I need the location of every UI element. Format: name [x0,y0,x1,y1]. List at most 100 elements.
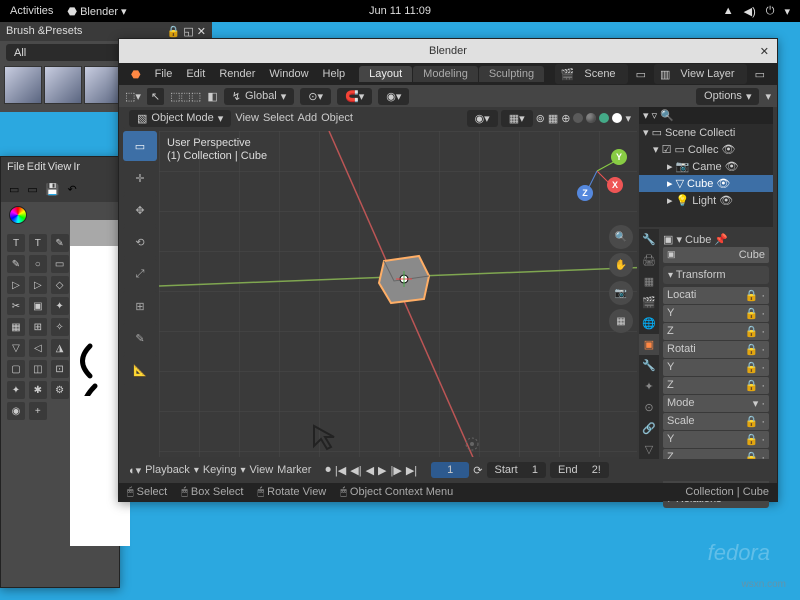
pivot[interactable]: ⊙▾ [300,88,331,105]
tool-icon[interactable]: ✦ [51,297,69,315]
outliner-collection[interactable]: ▾ ☑ ▭ Collec 👁 [639,141,773,158]
tool-icon[interactable]: ✎ [7,255,25,273]
shade-rendered[interactable] [612,113,622,123]
timeline-marker[interactable]: Marker [277,464,311,476]
wireframe-icon[interactable]: ⊕ [561,112,570,125]
scale-y[interactable]: Y🔒 · [663,431,769,448]
tool-icon[interactable]: ◮ [51,339,69,357]
ptab-output[interactable]: 🖨 [639,250,659,271]
overlay-select[interactable]: ◉▾ [467,110,498,127]
mirror-icon[interactable]: ◧ [207,90,217,103]
lock-icon[interactable]: 🔒 [167,26,181,38]
tool-icon[interactable]: ▷ [29,276,47,294]
snap[interactable]: 🧲▾ [337,88,372,105]
tab-layout[interactable]: Layout [359,66,412,82]
rotation-y[interactable]: Y🔒 · [663,359,769,376]
menu-ir[interactable]: Ir [73,161,80,173]
brush-thumb[interactable] [4,66,42,104]
tool-icon[interactable]: ▷ [7,276,25,294]
shading-gizmo[interactable]: ▦▾ [501,110,533,127]
browse-scene-icon[interactable]: ▭ [630,66,652,83]
proportional[interactable]: ◉▾ [378,88,409,105]
network-icon[interactable]: ▲ [723,5,734,18]
cursor-tool-icon[interactable]: ↖ [147,88,164,105]
save-icon[interactable]: 💾 [46,183,60,196]
tool-icon[interactable]: ○ [29,255,47,273]
orientation[interactable]: ↯ Global ▾ [224,88,295,105]
measure-tool[interactable]: 📐 [123,355,157,385]
chevron-down-icon[interactable]: ▾ [625,112,631,125]
undo-icon[interactable]: ↶ [68,183,77,196]
tool-icon[interactable]: ▭ [51,255,69,273]
timeline-keying[interactable]: Keying [203,464,237,476]
start-frame[interactable]: Start 1 [487,462,546,478]
tool-icon[interactable]: ✱ [29,381,47,399]
close-icon[interactable]: ✕ [760,45,769,58]
scene-select[interactable]: 🎬 Scene [555,64,628,84]
menu-file[interactable]: File [149,66,179,82]
zoom-icon[interactable]: 🔍 [609,225,633,249]
tool-icon[interactable]: ✦ [7,381,25,399]
mode-select[interactable]: ▧ Object Mode ▾ [129,110,231,127]
xray-icon[interactable]: ▦ [548,112,558,125]
new-icon[interactable]: ▭ [9,183,19,196]
jump-end-icon[interactable]: ▶| [406,464,417,477]
power-icon[interactable]: ⏻ [766,5,775,18]
object-name-field[interactable]: ▣ Cube [663,247,769,263]
rotate-tool[interactable]: ⟲ [123,227,157,257]
location-x[interactable]: Locati🔒 · [663,287,769,304]
tool-icon[interactable]: ✎ [51,234,69,252]
menu-edit[interactable]: Edit [180,66,211,82]
vh-select[interactable]: Select [263,112,294,124]
timeline-editor[interactable]: ◐▾ [129,464,141,477]
ptab-scene[interactable]: 🎬 [639,292,659,313]
tool-icon[interactable]: ▽ [7,339,25,357]
vh-object[interactable]: Object [321,112,353,124]
scale-tool[interactable]: ⤢ [123,259,157,289]
cursor-tool[interactable]: ✛ [123,163,157,193]
timeline-view[interactable]: View [250,464,274,476]
chevron-down-icon[interactable]: ▾ [784,5,790,18]
location-z[interactable]: Z🔒 · [663,323,769,340]
tool-icon[interactable]: T [7,234,25,252]
sync-icon[interactable]: ⟳ [473,464,482,477]
tool-icon[interactable]: ✧ [51,318,69,336]
tab-modeling[interactable]: Modeling [413,66,478,82]
select-mode-icon[interactable]: ⬚⬚⬚ [170,90,201,103]
tool-icon[interactable]: + [29,402,47,420]
tool-icon[interactable]: ◫ [29,360,47,378]
outliner-cube[interactable]: ▸ ▽ Cube 👁 [639,175,773,192]
activities-button[interactable]: Activities [10,5,53,17]
play-icon[interactable]: ▶ [378,464,386,477]
blender-logo-icon[interactable]: ⬣ [125,66,147,83]
menu-file[interactable]: File [7,161,25,173]
tool-icon[interactable]: ⚙ [51,381,69,399]
autokey-icon[interactable]: ⏺ [325,464,331,477]
options-button[interactable]: Options ▾ [696,88,759,105]
annotate-tool[interactable]: ✎ [123,323,157,353]
color-swatch[interactable] [9,206,27,224]
rotation-x[interactable]: Rotati🔒 · [663,341,769,358]
end-frame[interactable]: End 2! [550,462,609,478]
viewlayer-select[interactable]: ▥ View Layer [654,64,747,84]
tool-icon[interactable]: ✂ [7,297,25,315]
menu-window[interactable]: Window [263,66,314,82]
ptab-physics[interactable]: ⊙ [639,397,659,418]
transform-section[interactable]: ▾ Transform [663,266,769,284]
shade-solid[interactable] [586,113,596,123]
ptab-modifier[interactable]: 🔧 [639,355,659,376]
nav-gizmo[interactable]: Y X Z [567,141,627,201]
close-icon[interactable]: ✕ [197,26,206,38]
play-rev-icon[interactable]: ◀ [366,464,374,477]
tool-icon[interactable]: ⊡ [51,360,69,378]
ptab-constraint[interactable]: 🔗 [639,418,659,439]
brush-thumb[interactable] [84,66,122,104]
tab-sculpting[interactable]: Sculpting [479,66,544,82]
ptab-view[interactable]: ▦ [639,271,659,292]
ptab-world[interactable]: 🌐 [639,313,659,334]
tool-icon[interactable]: ◇ [51,276,69,294]
overlay-icon[interactable]: ⊚ [536,112,545,125]
tool-icon[interactable]: ⊞ [29,318,47,336]
shade-wireframe[interactable] [573,113,583,123]
move-tool[interactable]: ✥ [123,195,157,225]
